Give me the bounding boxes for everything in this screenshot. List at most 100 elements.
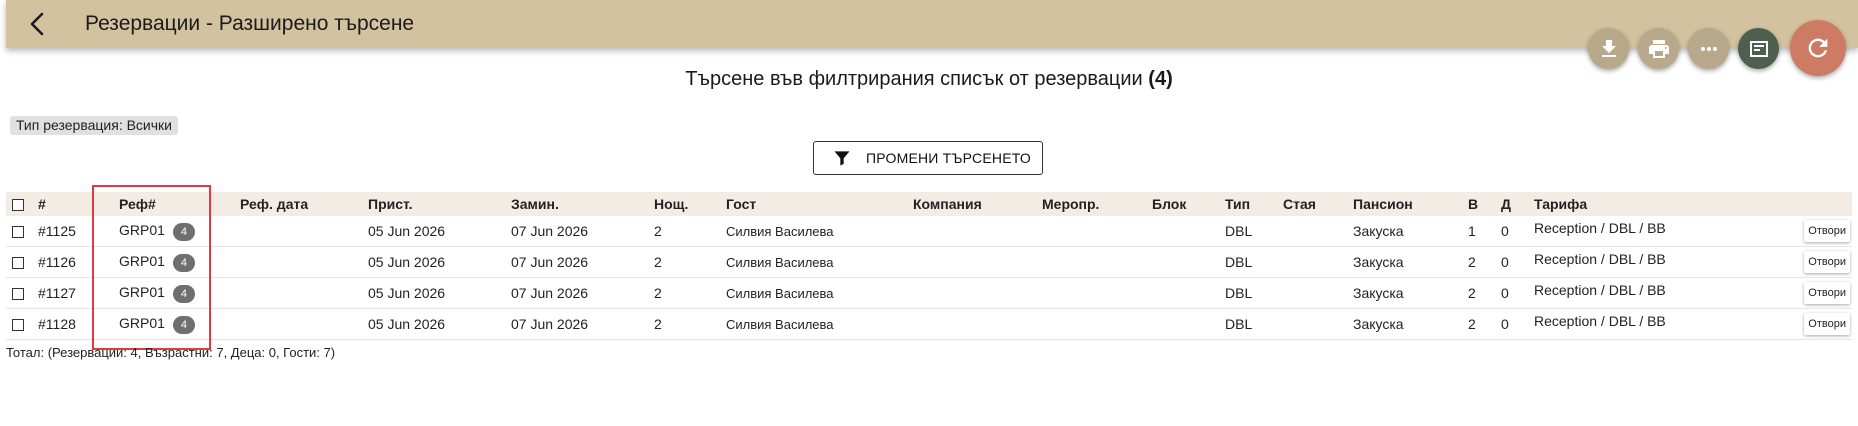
column-header[interactable]: Меропр.: [1036, 192, 1146, 216]
departure-date: 07 Jun 2026: [505, 308, 648, 340]
table-row[interactable]: #1125 GRP01 4 05 Jun 2026 07 Jun 2026 2 С…: [6, 216, 1852, 247]
ref-date: [234, 216, 362, 247]
top-app-bar: Резервации - Разширено търсене: [6, 0, 1858, 48]
column-header[interactable]: В: [1462, 192, 1495, 216]
column-header[interactable]: Тип: [1219, 192, 1277, 216]
room: [1277, 246, 1347, 278]
details-button[interactable]: [1738, 28, 1779, 69]
print-button[interactable]: [1638, 28, 1679, 69]
column-header[interactable]: Прист.: [362, 192, 505, 216]
ref-number: GRP01: [119, 314, 165, 331]
table-header-row: # Реф# Реф. дата Прист. Замин. Нощ. Гост…: [6, 192, 1852, 216]
group-count-badge: 4: [172, 253, 195, 272]
page-title: Резервации - Разширено търсене: [85, 12, 415, 35]
column-header[interactable]: Замин.: [505, 192, 648, 216]
rate-cell: Reception / DBL / BB Отвори: [1528, 277, 1852, 309]
row-checkbox[interactable]: [12, 288, 24, 301]
back-button[interactable]: [22, 8, 54, 40]
open-button[interactable]: Отвори: [1804, 282, 1850, 304]
company: [907, 308, 1036, 340]
more-button[interactable]: [1688, 28, 1729, 69]
children: 0: [1495, 308, 1528, 340]
column-header[interactable]: Стая: [1277, 192, 1347, 216]
arrival-date: 05 Jun 2026: [362, 277, 505, 309]
row-select-cell: [6, 246, 32, 278]
column-header[interactable]: Д: [1495, 192, 1528, 216]
column-header[interactable]: #: [32, 192, 113, 216]
children: 0: [1495, 277, 1528, 309]
list-alt-icon: [1749, 40, 1768, 57]
table-row[interactable]: #1127 GRP01 4 05 Jun 2026 07 Jun 2026 2 С…: [6, 277, 1852, 309]
search-heading: Търсене във филтрирания списък от резерв…: [0, 68, 1858, 91]
ref-number: GRP01: [119, 283, 165, 300]
company: [907, 216, 1036, 247]
rate-cell: Reception / DBL / BB Отвори: [1528, 246, 1852, 278]
board: Закуска: [1347, 277, 1462, 309]
room-type: DBL: [1219, 308, 1277, 340]
download-button[interactable]: [1588, 28, 1629, 69]
ref-date: [234, 277, 362, 309]
filter-icon: [834, 151, 850, 166]
open-button[interactable]: Отвори: [1804, 220, 1850, 242]
column-header[interactable]: Нощ.: [648, 192, 720, 216]
arrival-date: 05 Jun 2026: [362, 216, 505, 247]
rate: Reception / DBL / BB: [1534, 220, 1666, 236]
guest-name: Силвия Василева: [720, 216, 907, 247]
ref-cell: GRP01 4: [113, 246, 234, 278]
rate: Reception / DBL / BB: [1534, 282, 1666, 298]
guest-name: Силвия Василева: [720, 246, 907, 278]
column-header[interactable]: Гост: [720, 192, 907, 216]
group-count-badge: 4: [172, 315, 195, 334]
arrow-back-icon: [30, 12, 44, 36]
departure-date: 07 Jun 2026: [505, 216, 648, 247]
board: Закуска: [1347, 246, 1462, 278]
row-checkbox[interactable]: [12, 257, 24, 270]
select-all-cell: [6, 192, 32, 216]
open-button[interactable]: Отвори: [1804, 251, 1850, 273]
change-search-button[interactable]: ПРОМЕНИ ТЪРСЕНЕТО: [813, 141, 1043, 175]
totals-summary: Тотал: (Резервации: 4, Възрастни: 7, Дец…: [6, 345, 336, 360]
column-header[interactable]: Тарифа: [1528, 192, 1852, 216]
column-header[interactable]: Пансион: [1347, 192, 1462, 216]
room: [1277, 277, 1347, 309]
row-checkbox[interactable]: [12, 319, 24, 332]
nights: 2: [648, 277, 720, 309]
departure-date: 07 Jun 2026: [505, 277, 648, 309]
room: [1277, 308, 1347, 340]
heading-text: Търсене във филтрирания списък от резерв…: [685, 68, 1143, 90]
filter-chip: Тип резервация: Всички: [10, 116, 178, 135]
row-checkbox[interactable]: [12, 226, 24, 239]
column-header[interactable]: Реф#: [113, 192, 234, 216]
ref-number: GRP01: [119, 252, 165, 269]
block: [1146, 216, 1219, 247]
ref-date: [234, 246, 362, 278]
ref-cell: GRP01 4: [113, 216, 234, 247]
block: [1146, 277, 1219, 309]
reservation-id: #1127: [32, 277, 113, 309]
refresh-icon: [1808, 38, 1828, 58]
rate: Reception / DBL / BB: [1534, 251, 1666, 267]
event: [1036, 216, 1146, 247]
company: [907, 246, 1036, 278]
group-count-badge: 4: [172, 222, 195, 241]
row-select-cell: [6, 216, 32, 247]
children: 0: [1495, 216, 1528, 247]
block: [1146, 308, 1219, 340]
board: Закуска: [1347, 216, 1462, 247]
more-horizontal-icon: [1700, 46, 1717, 51]
open-button[interactable]: Отвори: [1804, 313, 1850, 335]
column-header[interactable]: Реф. дата: [234, 192, 362, 216]
adults: 1: [1462, 216, 1495, 247]
select-all-checkbox[interactable]: [12, 199, 24, 212]
result-count: (4): [1148, 68, 1173, 90]
room: [1277, 216, 1347, 247]
room-type: DBL: [1219, 216, 1277, 247]
departure-date: 07 Jun 2026: [505, 246, 648, 278]
column-header[interactable]: Компания: [907, 192, 1036, 216]
table-row[interactable]: #1126 GRP01 4 05 Jun 2026 07 Jun 2026 2 С…: [6, 246, 1852, 278]
row-select-cell: [6, 277, 32, 309]
print-icon: [1648, 39, 1669, 58]
column-header[interactable]: Блок: [1146, 192, 1219, 216]
block: [1146, 246, 1219, 278]
table-row[interactable]: #1128 GRP01 4 05 Jun 2026 07 Jun 2026 2 С…: [6, 308, 1852, 340]
